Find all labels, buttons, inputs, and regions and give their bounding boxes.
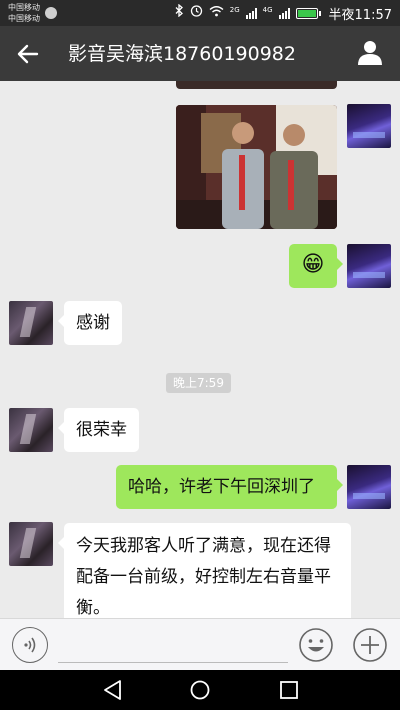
carrier-1: 中国移动 [8,3,40,12]
self-avatar[interactable] [347,244,391,288]
message-bubble-incoming[interactable]: 很荣幸 [58,408,139,452]
timestamp-chip: 晚上7:59 [166,373,231,393]
self-avatar[interactable] [347,465,391,509]
chat-header: 影音吴海滨18760190982 [0,26,400,81]
battery-tip [318,10,321,16]
contact-avatar[interactable] [9,522,53,566]
message-text: 哈哈，许老下午回深圳了 [128,477,315,497]
message-image-partial[interactable] [176,81,337,89]
photo-two-men [176,105,337,229]
net-4g-label: 4G [262,6,273,14]
bluetooth-icon [175,3,184,22]
plus-icon [353,628,387,662]
contact-profile-button[interactable] [356,38,388,70]
carrier-info: 中国移动 中国移动 [8,2,40,24]
message-bubble-outgoing[interactable]: 哈哈，许老下午回深圳了 [116,465,343,509]
battery-icon [295,7,318,19]
wifi-icon [209,5,224,22]
status-icons: 2G 4G 半夜11:57 [175,3,392,23]
contact-avatar[interactable] [9,301,53,345]
status-bar: 中国移动 中国移动 2G 4G 半夜11:57 [0,0,400,26]
message-text: 很荣幸 [76,420,127,440]
message-image[interactable] [176,105,337,229]
message-bubble-incoming[interactable]: 感谢 [58,301,122,345]
message-bubble-outgoing[interactable]: 😁 [289,244,343,288]
back-button[interactable] [10,36,46,72]
timestamp-text: 晚上7:59 [173,376,224,390]
message-text: 感谢 [76,313,110,333]
grinning-emoji: 😁 [301,252,325,277]
self-avatar[interactable] [347,104,391,148]
message-bubble-incoming[interactable]: 今天我那客人听了满意，现在还得配备一台前级，好控制左右音量平衡。 [58,523,351,618]
carrier-2: 中国移动 [8,14,40,23]
signal-1-icon [245,7,257,19]
signal-2-icon [278,7,290,19]
nav-back-button[interactable] [100,678,126,702]
emoji-button[interactable] [298,627,334,663]
message-input[interactable] [58,629,288,663]
alarm-icon [190,4,203,22]
more-actions-button[interactable] [352,627,388,663]
data-roaming-icon [45,7,57,19]
nav-recents-button[interactable] [276,678,302,702]
net-2g-label: 2G [229,6,240,14]
contact-avatar[interactable] [9,408,53,452]
chat-title: 影音吴海滨18760190982 [68,43,296,65]
nav-home-button[interactable] [187,678,213,702]
person-icon [358,41,382,65]
home-icon [190,680,210,700]
back-arrow-icon [17,44,39,64]
emoji-icon [299,628,333,662]
voice-icon [24,637,36,653]
input-bar [0,618,400,670]
system-nav-bar [0,670,400,710]
message-list[interactable]: 😁 感谢 晚上7:59 很荣幸 哈哈，许老下午回深圳了 今天我那客人听了满意，现… [0,81,400,618]
voice-input-button[interactable] [12,627,48,663]
message-text: 今天我那客人听了满意，现在还得配备一台前级，好控制左右音量平衡。 [76,536,331,618]
clock: 半夜11:57 [328,7,392,23]
recents-icon [280,681,298,699]
back-icon [104,680,121,700]
